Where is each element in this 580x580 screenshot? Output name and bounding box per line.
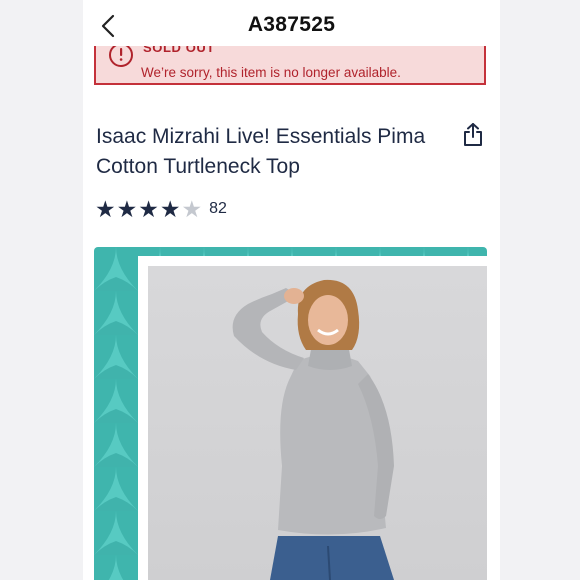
product-photo[interactable] <box>148 266 487 580</box>
star-empty-icon: ★ <box>181 196 203 222</box>
product-image-frame <box>94 247 487 580</box>
product-screen: A387525 SOLD OUT We’re sorry, this item … <box>83 0 500 580</box>
model-image <box>232 279 394 580</box>
top-bar: A387525 <box>83 0 500 50</box>
sold-out-banner: SOLD OUT We’re sorry, this item is no lo… <box>94 46 486 85</box>
banner-message: We’re sorry, this item is no longer avai… <box>141 65 401 80</box>
share-button[interactable] <box>461 122 485 148</box>
star-icon: ★ <box>95 196 116 222</box>
star-icon: ★ <box>116 196 138 222</box>
item-number-title: A387525 <box>247 13 336 36</box>
star-icon: ★ <box>159 196 181 222</box>
rating-row[interactable]: ★ ★ ★ ★ ★ 82 <box>95 197 227 221</box>
share-icon <box>464 123 482 146</box>
alert-circle-icon <box>109 46 133 67</box>
banner-title: SOLD OUT <box>143 46 215 55</box>
review-count[interactable]: 82 <box>209 200 227 218</box>
star-icon: ★ <box>138 196 159 222</box>
product-title: Isaac Mizrahi Live! Essentials Pima Cott… <box>96 125 426 178</box>
